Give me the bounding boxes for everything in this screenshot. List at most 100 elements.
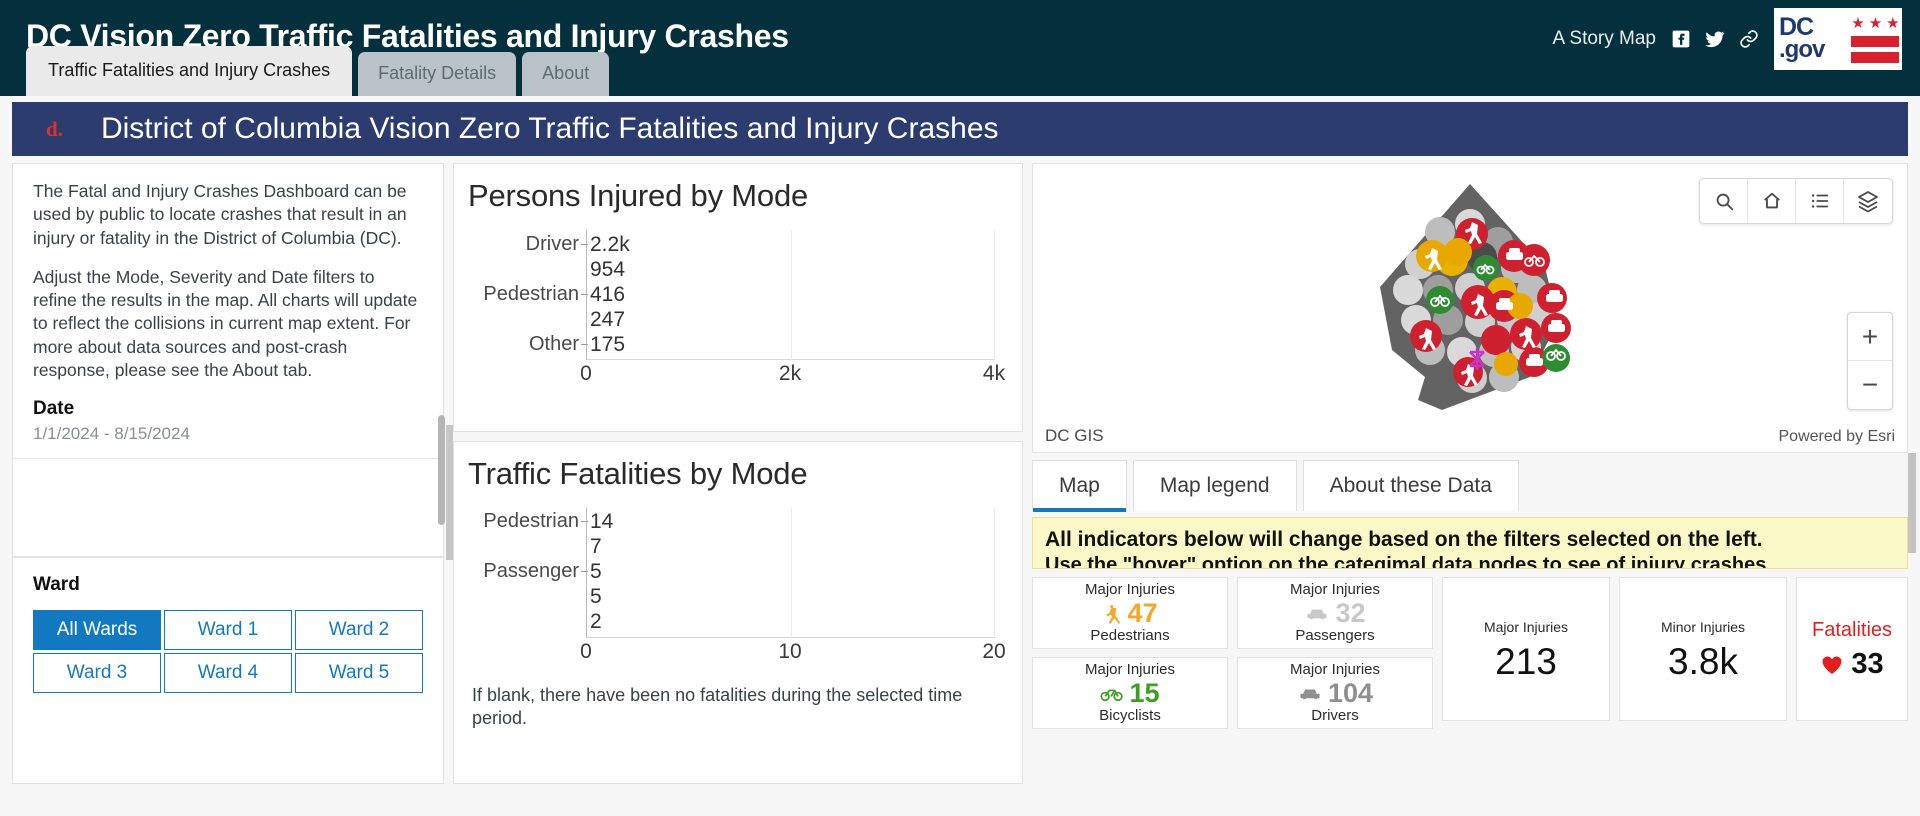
banner-logo: d. — [46, 116, 63, 141]
indicator-label: Major Injuries — [1084, 661, 1176, 678]
chart-bar-row[interactable]: 5 — [587, 586, 602, 607]
dc-gov-logo[interactable]: DC .gov ★ ★ ★ — [1774, 8, 1902, 70]
traffic-fatalities-note: If blank, there have been no fatalities … — [472, 684, 963, 729]
chart-bar-row[interactable]: 954 — [587, 257, 626, 281]
indicator-sublabel: Passengers — [1295, 626, 1375, 644]
indicator-label: Major Injuries — [1289, 661, 1381, 678]
chart-bar-row[interactable]: 247 — [587, 309, 625, 330]
indicator-card-pedestrians[interactable]: Major Injuries 47 Pedestrians — [1032, 577, 1228, 649]
traffic-fatalities-plot-area: 14 Pedestrian 7 5 Passenger 5 2 — [483, 507, 995, 638]
indicator-card-fatalities[interactable]: Fatalities 33 — [1796, 577, 1908, 721]
minor-injuries-label: Minor Injuries — [1660, 618, 1746, 635]
search-icon[interactable] — [1700, 179, 1748, 223]
chart-bar-row[interactable]: 7 — [587, 536, 602, 557]
sidebar-divider — [13, 458, 443, 460]
indicator-value: 32 — [1335, 597, 1366, 628]
traffic-fatalities-chart-title: Traffic Fatalities by Mode — [468, 455, 808, 491]
chart-y-tick — [581, 343, 588, 345]
map-toolbar — [1699, 178, 1893, 224]
chart-gridline — [994, 507, 995, 638]
charts-column: Persons Injured by Mode 2.2k Driver 954 416… — [446, 163, 1023, 784]
chart-y-tick — [581, 243, 588, 245]
map-column-scrollbar[interactable] — [1908, 453, 1916, 553]
main-tab-strip: Traffic Fatalities and Injury Crashes Fa… — [26, 46, 610, 96]
zoom-in-button[interactable]: + — [1848, 313, 1892, 361]
car-icon — [1300, 689, 1320, 700]
notice-line-2: Use the "hover" option on the categimal … — [1045, 554, 1767, 569]
major-injuries-value: 213 — [1495, 640, 1557, 682]
bicycle-icon — [1100, 689, 1124, 702]
chart-gridline — [790, 507, 792, 638]
indicator-column-1: Major Injuries 47 Pedestrians Major Inju… — [1032, 577, 1228, 729]
chart-bar-value: 2.2k — [590, 232, 630, 256]
x-axis-tick-label: 20 — [982, 639, 1006, 663]
pedestrian-icon — [1106, 605, 1121, 624]
map-tab-about-these-data[interactable]: About these Data — [1302, 460, 1519, 511]
layers-icon[interactable] — [1844, 179, 1892, 223]
twitter-icon[interactable] — [1704, 28, 1726, 50]
home-icon[interactable] — [1748, 179, 1796, 223]
indicator-card-drivers[interactable]: Major Injuries 104 Drivers — [1237, 657, 1433, 729]
chart-category-label: Driver — [525, 232, 579, 255]
indicator-sublabel: Drivers — [1311, 706, 1359, 724]
ward-button-ward-5[interactable]: Ward 5 — [295, 653, 423, 694]
link-icon[interactable] — [1738, 28, 1760, 50]
chart-bar-value: 175 — [590, 332, 626, 356]
x-axis-tick-label: 10 — [778, 639, 802, 663]
indicator-column-2: Major Injuries 32 Passengers Major Injur… — [1237, 577, 1433, 729]
chart-bar-row[interactable]: 2.2k Driver — [526, 232, 630, 256]
fatalities-value: 33 — [1851, 648, 1884, 680]
date-filter-value[interactable]: 1/1/2024 - 8/15/2024 — [33, 424, 423, 444]
chart-gridline — [994, 230, 995, 360]
dc-gov-wordmark: DC .gov — [1774, 8, 1848, 70]
facebook-icon[interactable] — [1670, 28, 1692, 50]
chart-bar-row[interactable]: 14 Pedestrian — [483, 510, 613, 532]
tab-fatality-details[interactable]: Fatality Details — [358, 52, 517, 96]
banner-title: District of Columbia Vision Zero Traffic… — [100, 112, 999, 145]
tab-about[interactable]: About — [522, 52, 610, 96]
persons-injured-x-axis: 0 2k 4k — [580, 360, 1005, 388]
map-column: + − DC GIS Powered by Esri Map Map legen… — [1032, 163, 1916, 784]
chart-y-tick — [581, 521, 588, 523]
map-tab-map[interactable]: Map — [1032, 460, 1127, 512]
chart-bar-row[interactable]: 416 Pedestrian — [483, 283, 625, 305]
ward-button-ward-3[interactable]: Ward 3 — [33, 653, 161, 694]
chart-gridline — [790, 230, 792, 360]
ward-filter-label: Ward — [33, 574, 80, 596]
minor-injuries-value: 3.8k — [1668, 640, 1738, 682]
indicator-card-bicyclists[interactable]: Major Injuries 15 Bicyclists — [1032, 657, 1228, 729]
ward-button-ward-2[interactable]: Ward 2 — [295, 610, 423, 651]
fatalities-label: Fatalities — [1811, 619, 1893, 641]
chart-bar-value: 2 — [590, 610, 602, 634]
ward-button-grid: All Wards Ward 1 Ward 2 Ward 3 Ward 4 Wa… — [33, 610, 423, 694]
charts-scrollbar[interactable] — [446, 425, 453, 560]
indicator-card-passengers[interactable]: Major Injuries 32 Passengers — [1237, 577, 1433, 649]
chart-category-label: Other — [528, 332, 579, 355]
chart-bar-value: 954 — [590, 257, 626, 281]
ward-filter-panel: Ward All Wards Ward 1 Ward 2 Ward 3 Ward… — [12, 557, 444, 784]
indicator-card-minor-injuries[interactable]: Minor Injuries 3.8k — [1619, 577, 1787, 721]
ward-button-all-wards[interactable]: All Wards — [33, 610, 161, 651]
tab-traffic-fatalities-and-injury-crashes[interactable]: Traffic Fatalities and Injury Crashes — [26, 46, 353, 96]
indicator-card-major-injuries[interactable]: Major Injuries 213 — [1442, 577, 1610, 721]
ward-button-ward-1[interactable]: Ward 1 — [164, 610, 292, 651]
notice-line-1: All indicators below will change based o… — [1045, 528, 1763, 551]
info-panel: The Fatal and Injury Crashes Dashboard c… — [12, 163, 444, 558]
indicator-sublabel: Pedestrians — [1090, 626, 1170, 644]
map-panel[interactable]: + − DC GIS Powered by Esri — [1032, 163, 1908, 453]
dc-flag-icon: ★ ★ ★ — [1848, 8, 1902, 70]
story-map-label: A Story Map — [1552, 28, 1657, 49]
indicator-label: Major Injuries — [1084, 581, 1176, 598]
ward-button-ward-4[interactable]: Ward 4 — [164, 653, 292, 694]
map-tab-map-legend[interactable]: Map legend — [1132, 460, 1297, 511]
map-credit-left: DC GIS — [1045, 426, 1104, 445]
heart-icon — [1822, 655, 1842, 674]
map-credit-right: Powered by Esri — [1778, 428, 1896, 445]
sidebar-scrollbar[interactable] — [438, 415, 445, 525]
chart-bar-row[interactable]: 5 Passenger — [483, 560, 601, 582]
zoom-out-button[interactable]: − — [1848, 361, 1892, 409]
chart-bar-row[interactable]: 2 — [587, 610, 602, 634]
dc-gov-gov-text: .gov — [1779, 36, 1825, 64]
legend-list-icon[interactable] — [1796, 179, 1844, 223]
chart-bar-row[interactable]: 175 Other — [529, 332, 626, 356]
